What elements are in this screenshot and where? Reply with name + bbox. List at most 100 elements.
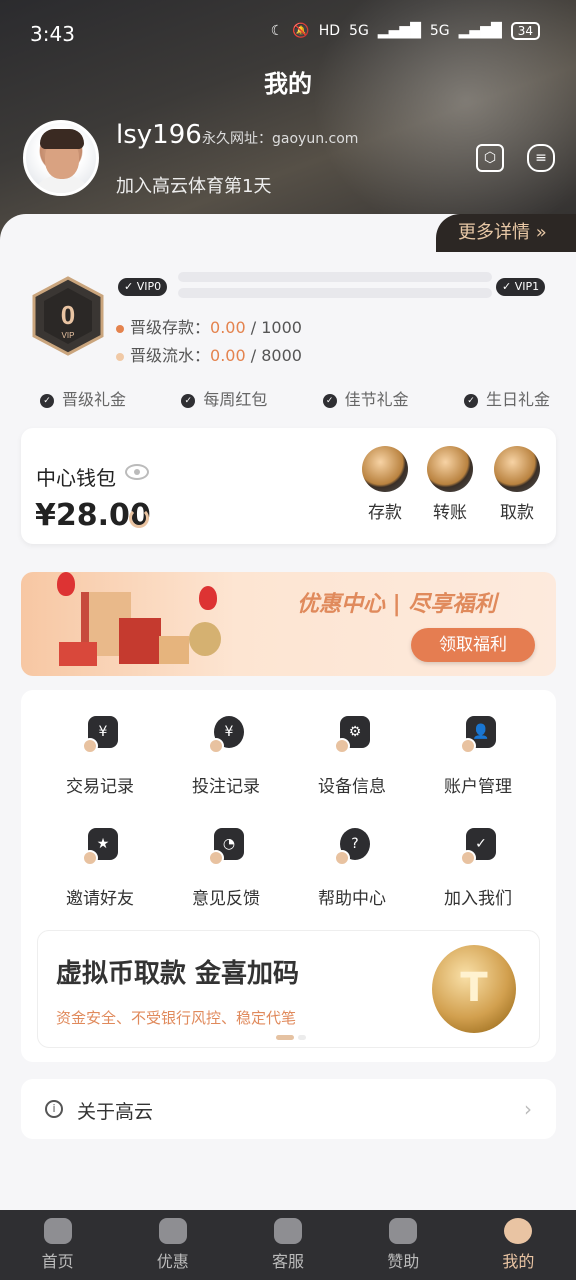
pumpkin-icon: [189, 622, 221, 656]
gift-box-icon: [159, 636, 189, 664]
upgrade-deposit-line: 晋级存款：0.00 / 1000: [116, 314, 302, 338]
menu-label: 邀请好友: [66, 889, 134, 909]
gear-icon: ⚙: [334, 716, 370, 754]
upgrade-turnover-line: 晋级流水：0.00 / 8000: [116, 342, 302, 366]
star-icon: ★: [82, 828, 118, 866]
tab-promotions[interactable]: 优惠: [115, 1210, 230, 1280]
permanent-url[interactable]: 永久网址：gaoyun.com: [202, 128, 358, 148]
withdraw-button[interactable]: 取款: [491, 446, 543, 523]
crypto-subtitle: 资金安全、不受银行风控、稳定代笔: [56, 1009, 297, 1027]
tab-home[interactable]: 首页: [0, 1210, 115, 1280]
menu-label: 设备信息: [318, 777, 386, 797]
transaction-icon: ¥: [82, 716, 118, 754]
deposit-target: / 1000: [245, 318, 302, 337]
balloon-icon: [199, 586, 217, 610]
transfer-label: 转账: [433, 503, 467, 523]
perk-label: 生日礼金: [485, 390, 550, 409]
check-icon: ✓: [40, 393, 54, 408]
battery-indicator: 34: [510, 22, 540, 40]
menu-label: 账户管理: [444, 777, 512, 797]
gift-box-icon: [59, 642, 97, 666]
signal-icon-2: ▂▄▆█: [458, 23, 502, 39]
gift-box-icon: [119, 618, 161, 664]
chat-icon: [274, 1218, 302, 1244]
menu-bet-records[interactable]: ¥ 投注记录: [171, 716, 281, 797]
menu-label: 意见反馈: [192, 889, 260, 909]
tab-sponsor[interactable]: 赞助: [346, 1210, 461, 1280]
vip-next-tag: ✓ VIP1: [496, 278, 546, 296]
deposit-label: 存款: [368, 503, 402, 523]
menu-join-us[interactable]: ✓ 加入我们: [423, 828, 533, 909]
withdraw-coin-icon: [494, 446, 540, 492]
balloon-icon: [57, 572, 75, 596]
tab-profile[interactable]: 我的: [461, 1210, 576, 1280]
moon-icon: ☾: [270, 23, 284, 39]
message-icon[interactable]: ≡: [527, 144, 555, 172]
carousel-dots: [276, 1035, 306, 1041]
transfer-coin-icon: [427, 446, 473, 492]
profile-header: 3:43 ☾ 🔕 HD 5G ▂▄▆█ 5G ▂▄▆█ 34 我的 lsy196…: [0, 0, 576, 250]
about-label: 关于高云: [77, 1101, 154, 1123]
menu-invite-friends[interactable]: ★ 邀请好友: [45, 828, 155, 909]
status-time: 3:43: [30, 22, 75, 46]
vip-perks: ✓ 晋级礼金 ✓ 每周红包 ✓ 佳节礼金 ✓ 生日礼金: [40, 386, 550, 410]
bottom-tab-bar: 首页 优惠 客服 赞助 我的: [0, 1210, 576, 1280]
menu-transaction-records[interactable]: ¥ 交易记录: [45, 716, 155, 797]
user-icon: 👤: [460, 716, 496, 754]
vip-progress-deposit: [178, 272, 492, 282]
check-icon: ✓: [322, 393, 337, 408]
vip-hexagon-icon: 0 VIP: [32, 276, 104, 356]
vip-badge-level: 0: [61, 300, 75, 330]
username: lsy196: [116, 120, 202, 150]
perk-label: 晋级礼金: [62, 390, 127, 409]
claim-bonus-button[interactable]: 领取福利: [411, 628, 535, 662]
chevron-right-icon: ›: [524, 1097, 532, 1121]
status-bar: 3:43 ☾ 🔕 HD 5G ▂▄▆█ 5G ▂▄▆█ 34: [0, 0, 576, 66]
center-wallet-card: 中心钱包 ¥28.00 存款 转账 取款: [21, 428, 556, 544]
menu-account-management[interactable]: 👤 账户管理: [423, 716, 533, 797]
promo-banner[interactable]: 优惠中心 | 尽享福利 领取福利: [21, 572, 556, 676]
perk-item: ✓ 每周红包: [181, 386, 267, 410]
turnover-dot: [116, 352, 124, 361]
banner-slogan: 优惠中心 | 尽享福利: [297, 592, 497, 617]
menu-label: 帮助中心: [318, 889, 386, 909]
tether-coin-icon: T: [432, 945, 516, 1033]
perk-label: 每周红包: [203, 390, 268, 409]
turnover-target: / 8000: [245, 346, 302, 365]
menu-help-center[interactable]: ? 帮助中心: [297, 828, 407, 909]
info-icon: i: [45, 1100, 63, 1118]
tab-support[interactable]: 客服: [230, 1210, 345, 1280]
menu-device-info[interactable]: ⚙ 设备信息: [297, 716, 407, 797]
profile-icon: [504, 1218, 533, 1244]
menu-label: 投注记录: [192, 777, 260, 797]
menu-feedback[interactable]: ◔ 意见反馈: [171, 828, 281, 909]
eye-icon[interactable]: [125, 464, 149, 480]
avatar[interactable]: [23, 120, 99, 196]
perk-item: ✓ 生日礼金: [463, 386, 550, 410]
turnover-value: 0.00: [210, 346, 246, 365]
vip-level-badge: 0 VIP: [32, 276, 104, 356]
avatar-hair: [40, 129, 84, 149]
join-icon: ✓: [460, 828, 496, 866]
menu-label: 加入我们: [444, 889, 512, 909]
transfer-button[interactable]: 转账: [424, 446, 476, 523]
feature-grid: ¥ 交易记录 ¥ 投注记录 ⚙ 设备信息 👤 账户管理 ★ 邀请好友 ◔ 意见反…: [21, 690, 556, 1062]
deposit-coin-icon: [362, 446, 408, 492]
crypto-withdraw-banner[interactable]: 虚拟币取款 金喜加码 资金安全、不受银行风控、稳定代笔 T: [37, 930, 540, 1048]
turnover-label: 晋级流水：: [130, 346, 211, 365]
hd-badge: HD: [318, 23, 341, 39]
joined-days: 加入高云体育第1天: [116, 176, 272, 197]
more-details-button[interactable]: 更多详情 »: [436, 214, 576, 252]
perk-label: 佳节礼金: [344, 390, 409, 409]
settings-hex-icon[interactable]: ⬡: [476, 144, 504, 172]
feedback-icon: ◔: [208, 828, 244, 866]
about-row[interactable]: i 关于高云 ›: [21, 1079, 556, 1139]
refresh-icon[interactable]: [129, 508, 149, 528]
deposit-button[interactable]: 存款: [359, 446, 411, 523]
deposit-label: 晋级存款：: [130, 318, 211, 337]
perk-item: ✓ 晋级礼金: [40, 386, 126, 410]
wallet-title: 中心钱包: [36, 466, 116, 490]
home-icon: [43, 1218, 72, 1244]
bell-off-icon: 🔕: [292, 23, 310, 39]
check-icon: ✓: [463, 393, 478, 408]
